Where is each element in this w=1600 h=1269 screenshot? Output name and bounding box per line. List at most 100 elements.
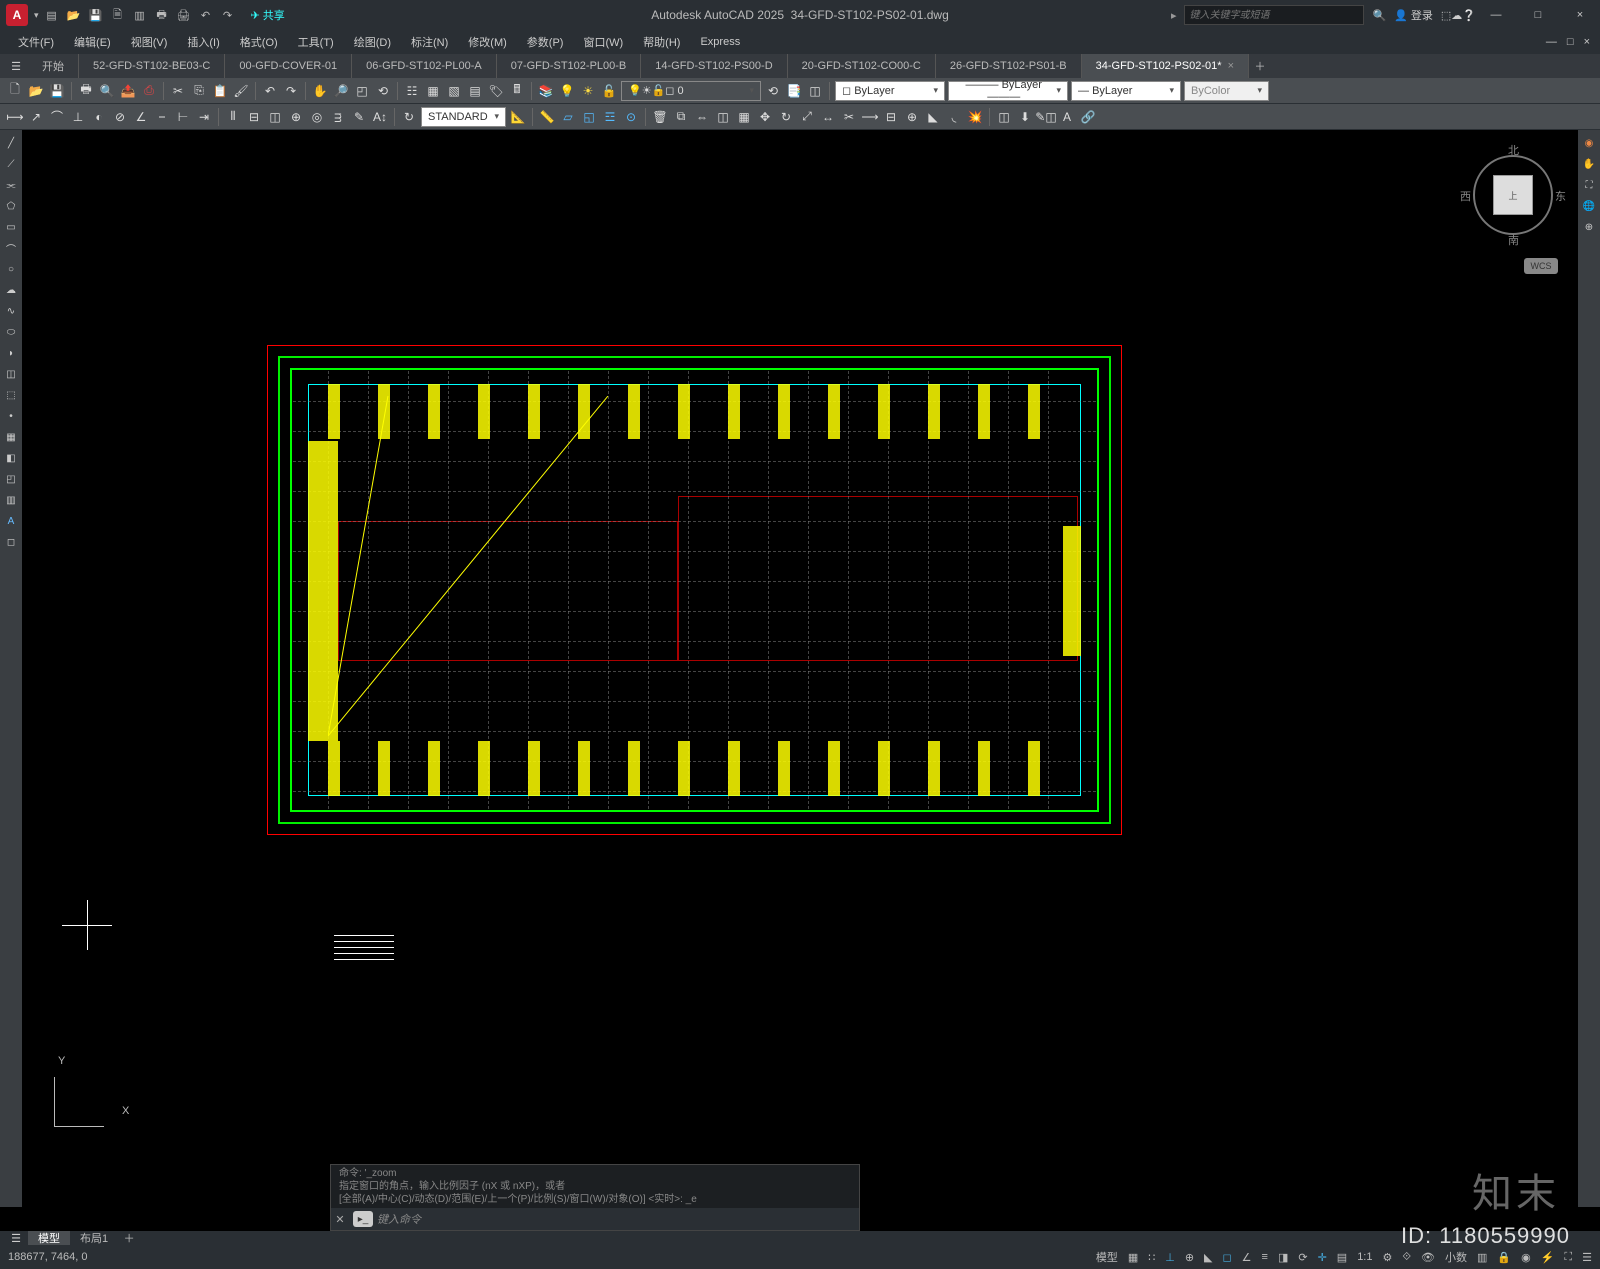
lineweight-dropdown[interactable]: — ByLayer▾ — [1071, 81, 1181, 101]
dim-ord-icon[interactable]: ⊥ — [69, 108, 87, 126]
spline-icon[interactable]: ∿ — [2, 302, 20, 320]
tab-1[interactable]: 00-GFD-COVER-01 — [225, 54, 352, 78]
match-icon[interactable]: 🖌 — [232, 82, 250, 100]
tab-0[interactable]: 52-GFD-ST102-BE03-C — [79, 54, 225, 78]
dim-rad-icon[interactable]: ◐ — [90, 108, 108, 126]
login-button[interactable]: 👤登录 — [1394, 7, 1433, 23]
anno-monitor-icon[interactable]: 👁 — [1421, 1251, 1435, 1264]
osnap-toggle[interactable]: ◻ — [1223, 1251, 1232, 1264]
menu-edit[interactable]: 编辑(E) — [66, 34, 119, 50]
dim-ang-icon[interactable]: ∠ — [132, 108, 150, 126]
dimstyle-mgr-icon[interactable]: 📐 — [509, 108, 527, 126]
mtext-icon[interactable]: A — [2, 512, 20, 530]
tab-3[interactable]: 07-GFD-ST102-PL00-B — [497, 54, 642, 78]
paste-icon[interactable]: 📋 — [211, 82, 229, 100]
save-doc-icon[interactable]: 💾 — [48, 82, 66, 100]
tolerance-icon[interactable]: ◫ — [266, 108, 284, 126]
new-doc-icon[interactable]: 🗋 — [6, 82, 24, 100]
gradient-icon[interactable]: ◧ — [2, 449, 20, 467]
menu-insert[interactable]: 插入(I) — [179, 34, 227, 50]
command-line[interactable]: 命令: '_zoom 指定窗口的角点，输入比例因子 (nX 或 nXP)，或者 … — [330, 1164, 860, 1231]
tab-5[interactable]: 20-GFD-ST102-CO00-C — [788, 54, 936, 78]
layer-state-icon[interactable]: 📑 — [785, 82, 803, 100]
tab-start[interactable]: 开始 — [28, 54, 79, 78]
grid-toggle[interactable]: ▦ — [1128, 1251, 1138, 1264]
dim-dia-icon[interactable]: ⊘ — [111, 108, 129, 126]
distance-icon[interactable]: 📏 — [538, 108, 556, 126]
ortho-toggle[interactable]: ⊥ — [1165, 1251, 1175, 1264]
transparency-toggle[interactable]: ◨ — [1278, 1251, 1288, 1264]
markup-icon[interactable]: 🏷 — [487, 82, 505, 100]
command-input[interactable]: 键入命令 — [377, 1211, 421, 1227]
arc-icon[interactable]: ⌒ — [2, 239, 20, 257]
redo2-icon[interactable]: ↷ — [282, 82, 300, 100]
menu-modify[interactable]: 修改(M) — [460, 34, 515, 50]
layer-dropdown[interactable]: 💡☀🔓◻ 0▾ — [621, 81, 761, 101]
file-tabs-menu-icon[interactable]: ☰ — [4, 60, 28, 73]
table-icon[interactable]: ▥ — [2, 491, 20, 509]
dim-quick-icon[interactable]: ⎯ — [153, 108, 171, 126]
stretch-icon[interactable]: ↔ — [819, 108, 837, 126]
isolate-icon[interactable]: ◉ — [1521, 1251, 1531, 1264]
extend-icon[interactable]: ⟶ — [861, 108, 879, 126]
bedit-icon[interactable]: ✎◫ — [1037, 108, 1055, 126]
layout-menu-icon[interactable]: ☰ — [4, 1232, 28, 1245]
jog-icon[interactable]: ᴟ — [329, 108, 347, 126]
ucs-icon[interactable] — [54, 1067, 114, 1127]
polygon-icon[interactable]: ⬠ — [2, 197, 20, 215]
trim-icon[interactable]: ✂ — [840, 108, 858, 126]
tab-6[interactable]: 26-GFD-ST102-PS01-B — [936, 54, 1082, 78]
linetype-dropdown[interactable]: ——— ByLayer ———▾ — [948, 81, 1068, 101]
sheet-icon[interactable]: ▥ — [131, 6, 149, 24]
tab-2[interactable]: 06-GFD-ST102-PL00-A — [352, 54, 497, 78]
showmo-icon[interactable]: ⊕ — [1580, 218, 1598, 236]
layer-prev-icon[interactable]: ⟲ — [764, 82, 782, 100]
region2-icon[interactable]: ◰ — [2, 470, 20, 488]
coords-readout[interactable]: 188677, 7464, 0 — [8, 1251, 88, 1263]
customize-icon[interactable]: ☰ — [1582, 1251, 1592, 1264]
tab-close-icon[interactable]: × — [1228, 60, 1234, 72]
otrack-toggle[interactable]: ∠ — [1242, 1251, 1252, 1264]
wcs-badge[interactable]: WCS — [1524, 258, 1558, 274]
model-toggle[interactable]: 模型 — [1096, 1249, 1118, 1265]
copy2-icon[interactable]: ⧉ — [672, 108, 690, 126]
designcenter-icon[interactable]: ▦ — [424, 82, 442, 100]
layer-freeze-icon[interactable]: ☀ — [579, 82, 597, 100]
menu-help[interactable]: 帮助(H) — [635, 34, 688, 50]
undo-icon[interactable]: ↶ — [197, 6, 215, 24]
explode-icon[interactable]: 💥 — [966, 108, 984, 126]
menu-file[interactable]: 文件(F) — [10, 34, 62, 50]
share-button[interactable]: ✈共享 — [251, 7, 285, 23]
autodesk-app-icon[interactable]: ⬚ — [1441, 9, 1451, 22]
hatch-icon[interactable]: ▦ — [2, 428, 20, 446]
new-tab-button[interactable]: ＋ — [1249, 58, 1271, 74]
dim-space-icon[interactable]: ⫴ — [224, 108, 242, 126]
tab-7-active[interactable]: 34-GFD-ST102-PS02-01*× — [1082, 54, 1249, 78]
color-dropdown[interactable]: ◻ ByLayer▾ — [835, 81, 945, 101]
app-menu-arrow[interactable]: ▾ — [34, 10, 39, 21]
area-icon[interactable]: ▱ — [559, 108, 577, 126]
viewcube-north[interactable]: 北 — [1508, 142, 1519, 158]
scale-readout[interactable]: 1:1 — [1357, 1251, 1372, 1263]
menu-view[interactable]: 视图(V) — [123, 34, 176, 50]
layout-tab-model[interactable]: 模型 — [28, 1231, 70, 1245]
command-prompt-icon[interactable]: ▸_ — [353, 1211, 373, 1227]
zoom-win-icon[interactable]: ◰ — [353, 82, 371, 100]
properties-icon[interactable]: ☷ — [403, 82, 421, 100]
menu-express[interactable]: Express — [692, 36, 748, 48]
layer-iso-icon[interactable]: ◫ — [806, 82, 824, 100]
rect-icon[interactable]: ▭ — [2, 218, 20, 236]
viewcube[interactable]: 上 北 南 东 西 — [1458, 140, 1568, 250]
zoom-prev-icon[interactable]: ⟲ — [374, 82, 392, 100]
viewcube-face[interactable]: 上 — [1493, 175, 1533, 215]
tab-4[interactable]: 14-GFD-ST102-PS00-D — [641, 54, 787, 78]
layer-lock-icon[interactable]: 🔓 — [600, 82, 618, 100]
cycle-toggle[interactable]: ⟳ — [1298, 1251, 1307, 1264]
units-toggle[interactable]: 小数 — [1445, 1249, 1467, 1265]
search-arrow-icon[interactable]: ▸ — [1171, 9, 1177, 22]
pan-icon[interactable]: ✋ — [311, 82, 329, 100]
annoscale-icon[interactable]: ⚙ — [1382, 1251, 1392, 1264]
open-doc-icon[interactable]: 📂 — [27, 82, 45, 100]
xref-icon[interactable]: 🔗 — [1079, 108, 1097, 126]
plot-icon2[interactable]: 🖶 — [77, 82, 95, 100]
